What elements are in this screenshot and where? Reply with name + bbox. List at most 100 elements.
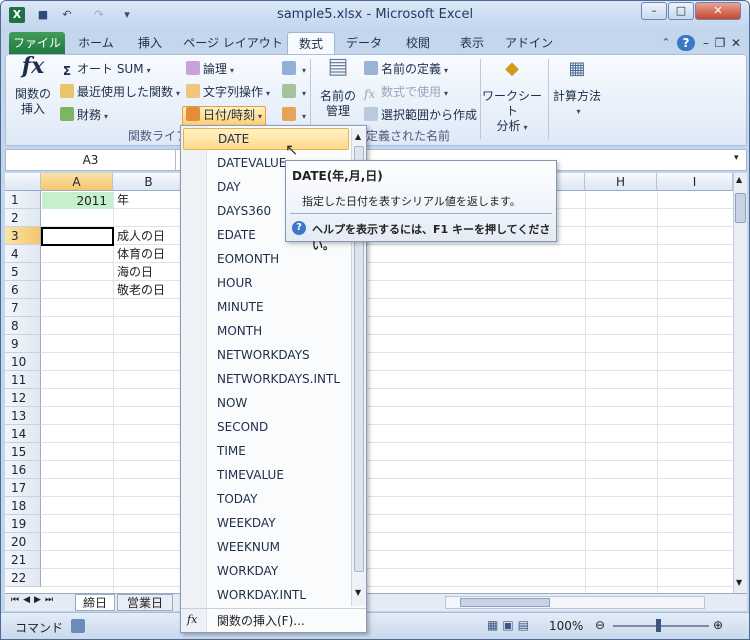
menu-item-networkdays[interactable]: NETWORKDAYS	[183, 344, 349, 366]
row-header[interactable]: 15	[5, 443, 41, 461]
menu-item-minute[interactable]: MINUTE	[183, 296, 349, 318]
row-header[interactable]: 12	[5, 389, 41, 407]
financial-button[interactable]: 財務 ▾	[60, 107, 108, 125]
col-header-b[interactable]: B	[113, 173, 185, 191]
row-header[interactable]: 18	[5, 497, 41, 515]
row-header[interactable]: 10	[5, 353, 41, 371]
lookup-button[interactable]: ▾	[282, 61, 306, 79]
cell-b1[interactable]: 年	[117, 191, 129, 209]
row-header[interactable]: 6	[5, 281, 41, 299]
wb-minimize-icon[interactable]: –	[699, 32, 713, 54]
row-header[interactable]: 8	[5, 317, 41, 335]
tab-file[interactable]: ファイル	[9, 32, 65, 54]
menu-item-today[interactable]: TODAY	[183, 488, 349, 510]
tab-addins[interactable]: アドイン	[501, 32, 557, 54]
maximize-button[interactable]: □	[668, 2, 694, 20]
row-header[interactable]: 9	[5, 335, 41, 353]
menu-item-weeknum[interactable]: WEEKNUM	[183, 536, 349, 558]
view-buttons-icons[interactable]: ▦▣▤	[487, 618, 533, 632]
menu-item-weekday[interactable]: WEEKDAY	[183, 512, 349, 534]
tab-view[interactable]: 表示	[447, 32, 497, 54]
sheet-nav-icons[interactable]: ⏮◀▶⏭	[11, 595, 57, 605]
autosum-button[interactable]: Σ オート SUM ▾	[60, 61, 151, 79]
cell-b6[interactable]: 敬老の日	[117, 281, 165, 299]
row-header[interactable]: 19	[5, 515, 41, 533]
formula-auditing-button[interactable]: ◆ ワークシート 分析 ▾	[482, 60, 542, 135]
menu-item-time[interactable]: TIME	[183, 440, 349, 462]
help-icon[interactable]: ?	[677, 35, 695, 51]
wb-close-icon[interactable]: ✕	[729, 32, 743, 54]
zoom-slider-thumb[interactable]	[656, 619, 661, 632]
sheet-tab-2[interactable]: 営業日	[117, 594, 173, 611]
macro-record-icon[interactable]	[71, 619, 85, 633]
scroll-down-icon[interactable]: ▼	[736, 578, 742, 587]
menu-scroll-down-icon[interactable]: ▼	[355, 588, 361, 597]
menu-scroll-up-icon[interactable]: ▲	[355, 132, 361, 141]
col-header-i[interactable]: I	[657, 173, 733, 191]
col-header-h[interactable]: H	[585, 173, 657, 191]
sheet-tab-1[interactable]: 締日	[75, 594, 115, 611]
tab-data[interactable]: データ	[339, 32, 389, 54]
expand-formula-icon[interactable]: ▾	[734, 153, 739, 163]
zoom-out-icon[interactable]: ⊖	[595, 618, 605, 632]
menu-item-now[interactable]: NOW	[183, 392, 349, 414]
tab-review[interactable]: 校閲	[393, 32, 443, 54]
minimize-ribbon-icon[interactable]: ⌃	[657, 32, 675, 54]
horizontal-scrollbar[interactable]	[445, 596, 705, 609]
insert-function-button[interactable]: fx 関数の 挿入	[10, 55, 56, 117]
zoom-in-icon[interactable]: ⊕	[713, 618, 723, 632]
more-functions-button[interactable]: ▾	[282, 107, 306, 125]
vertical-scrollbar[interactable]: ▲ ▼	[733, 173, 747, 593]
row-header[interactable]: 2	[5, 209, 41, 227]
menu-item-workday[interactable]: WORKDAY	[183, 560, 349, 582]
cell-b5[interactable]: 海の日	[117, 263, 153, 281]
scroll-up-icon[interactable]: ▲	[736, 175, 742, 184]
name-manager-button[interactable]: ▤ 名前の 管理	[316, 56, 360, 119]
row-header[interactable]: 20	[5, 533, 41, 551]
row-header[interactable]: 1	[5, 191, 41, 209]
datetime-button[interactable]: 日付/時刻 ▾	[182, 106, 267, 126]
h-scroll-thumb[interactable]	[460, 598, 550, 607]
tab-formulas[interactable]: 数式	[287, 32, 335, 54]
define-name-button[interactable]: 名前の定義 ▾	[364, 61, 448, 79]
zoom-level[interactable]: 100%	[549, 619, 583, 633]
menu-item-second[interactable]: SECOND	[183, 416, 349, 438]
cell-a3-active[interactable]	[41, 227, 114, 246]
row-header[interactable]: 16	[5, 461, 41, 479]
text-button[interactable]: 文字列操作 ▾	[186, 84, 270, 102]
cell-b4[interactable]: 体育の日	[117, 245, 165, 263]
zoom-slider[interactable]	[613, 625, 709, 627]
scroll-thumb[interactable]	[735, 193, 746, 223]
menu-item-month[interactable]: MONTH	[183, 320, 349, 342]
use-in-formula-button[interactable]: fx 数式で使用 ▾	[364, 84, 448, 102]
calculation-options-button[interactable]: ▦ 計算方法 ▾	[552, 60, 602, 119]
math-button[interactable]: ▾	[282, 84, 306, 102]
row-header[interactable]: 17	[5, 479, 41, 497]
recent-functions-button[interactable]: 最近使用した関数 ▾	[60, 84, 180, 102]
row-header[interactable]: 7	[5, 299, 41, 317]
menu-insert-function[interactable]: 関数の挿入(F)...	[217, 612, 305, 629]
menu-item-date[interactable]: DATE	[183, 128, 349, 150]
menu-item-networkdays-intl[interactable]: NETWORKDAYS.INTL	[183, 368, 349, 390]
name-box[interactable]: A3	[6, 150, 176, 170]
col-header-a[interactable]: A	[41, 173, 113, 191]
row-header[interactable]: 11	[5, 371, 41, 389]
row-header[interactable]: 3	[5, 227, 41, 245]
row-header[interactable]: 4	[5, 245, 41, 263]
tab-page-layout[interactable]: ページ レイアウト	[181, 32, 285, 54]
minimize-button[interactable]: –	[641, 2, 667, 20]
create-from-selection-button[interactable]: 選択範囲から作成	[364, 107, 477, 123]
row-header[interactable]: 13	[5, 407, 41, 425]
row-header[interactable]: 22	[5, 569, 41, 587]
menu-item-timevalue[interactable]: TIMEVALUE	[183, 464, 349, 486]
tab-insert[interactable]: 挿入	[125, 32, 175, 54]
tab-home[interactable]: ホーム	[71, 32, 121, 54]
cell-a1[interactable]: 2011	[42, 192, 113, 209]
wb-restore-icon[interactable]: ❐	[713, 32, 727, 54]
row-header[interactable]: 5	[5, 263, 41, 281]
row-header[interactable]: 21	[5, 551, 41, 569]
menu-item-hour[interactable]: HOUR	[183, 272, 349, 294]
select-all[interactable]	[5, 173, 41, 191]
close-button[interactable]: ✕	[695, 2, 741, 20]
menu-item-workday-intl[interactable]: WORKDAY.INTL	[183, 584, 349, 606]
